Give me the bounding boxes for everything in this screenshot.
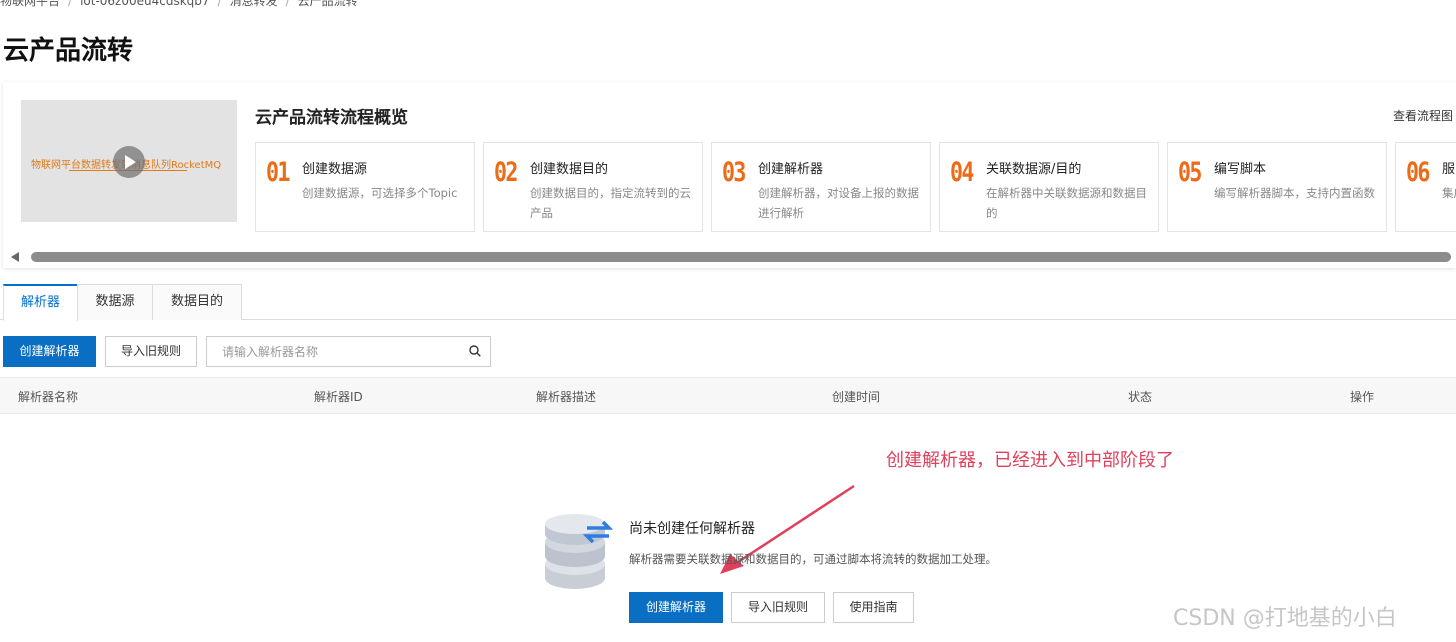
breadcrumb-item: 云产品流转 — [297, 0, 358, 8]
step-number: 03 — [722, 157, 746, 188]
steps-list: 01 创建数据源 创建数据源，可选择多个Topic 02 创建数据目的 创建数据… — [255, 142, 1456, 232]
annotation-text: 创建解析器，已经进入到中部阶段了 — [886, 450, 1174, 471]
step-number: 02 — [494, 157, 518, 188]
step-name: 创建数据源 — [302, 162, 368, 177]
step-card: 03 创建解析器 创建解析器，对设备上报的数据进行解析 — [711, 142, 931, 232]
step-description: 编写解析器脚本，支持内置函数 — [1214, 186, 1375, 200]
video-thumbnail[interactable]: 物联网平台数据转发到消息队列RocketMQ — [21, 100, 237, 222]
breadcrumb-item[interactable]: 物联网平台 — [0, 0, 60, 8]
step-description: 创建数据源，可选择多个Topic — [302, 186, 458, 200]
column-header: 解析器ID — [314, 390, 363, 404]
create-parser-button[interactable]: 创建解析器 — [3, 336, 96, 367]
breadcrumb: 物联网平台 / iot-06z00eu4cdskqb7/消息转发 / 云产品流转 — [0, 0, 358, 9]
empty-create-parser-button[interactable]: 创建解析器 — [629, 592, 723, 623]
column-header: 操作 — [1350, 390, 1375, 404]
step-number: 01 — [266, 157, 290, 188]
table-header: 解析器名称 解析器ID 解析器描述 创建时间 状态 操作 — [0, 377, 1456, 414]
tab-data-source[interactable]: 数据源 — [77, 284, 153, 320]
step-name: 编写脚本 — [1214, 162, 1267, 177]
step-card: 02 创建数据目的 创建数据目的，指定流转到的云产品 — [483, 142, 703, 232]
step-card: 04 关联数据源/目的 在解析器中关联数据源和数据目的 — [939, 142, 1159, 232]
search-icon[interactable] — [469, 345, 481, 357]
step-card: 01 创建数据源 创建数据源，可选择多个Topic — [255, 142, 475, 232]
empty-import-rules-button[interactable]: 导入旧规则 — [731, 592, 825, 623]
overview-panel: 物联网平台数据转发到消息队列RocketMQ 云产品流转流程概览 查看流程图 0… — [3, 82, 1456, 268]
tab-data-destination[interactable]: 数据目的 — [152, 284, 242, 320]
column-header: 解析器描述 — [536, 390, 597, 404]
step-name: 创建数据目的 — [530, 162, 609, 177]
overview-title: 云产品流转流程概览 — [255, 108, 408, 128]
step-description: 创建数据目的，指定流转到的云产品 — [530, 186, 691, 220]
column-header: 创建时间 — [832, 390, 881, 404]
search-box — [206, 336, 491, 367]
tab-parser[interactable]: 解析器 — [3, 284, 78, 321]
scroll-left-arrow-icon[interactable] — [11, 252, 19, 262]
empty-state-title: 尚未创建任何解析器 — [629, 521, 755, 537]
watermark: CSDN @打地基的小白 — [1173, 606, 1397, 631]
breadcrumb-item[interactable]: iot-06z00eu4cdskqb7 — [80, 0, 209, 8]
page-title: 云产品流转 — [3, 36, 134, 66]
user-guide-button[interactable]: 使用指南 — [833, 592, 914, 623]
step-description: 在解析器中关联数据源和数据目的 — [986, 186, 1147, 220]
view-flowchart-link[interactable]: 查看流程图 — [1393, 107, 1453, 124]
step-description: 集成程 — [1442, 186, 1456, 200]
horizontal-scrollbar[interactable] — [31, 252, 1451, 262]
step-number: 04 — [950, 157, 974, 188]
tab-bar: 解析器 数据源 数据目的 — [0, 284, 1456, 321]
play-icon[interactable] — [113, 146, 145, 178]
step-number: 05 — [1178, 157, 1202, 188]
column-header: 解析器名称 — [18, 390, 79, 404]
search-input[interactable] — [222, 337, 462, 366]
step-name: 创建解析器 — [758, 162, 824, 177]
step-description: 创建解析器，对设备上报的数据进行解析 — [758, 186, 919, 220]
column-header: 状态 — [1128, 390, 1153, 404]
empty-state-description: 解析器需要关联数据源和数据目的，可通过脚本将流转的数据加工处理。 — [629, 552, 997, 566]
step-card: 06 服 集成程 — [1395, 142, 1456, 232]
step-name: 服 — [1442, 162, 1456, 177]
breadcrumb-item[interactable]: 消息转发 — [230, 0, 278, 8]
step-number: 06 — [1406, 157, 1430, 188]
step-card: 05 编写脚本 编写解析器脚本，支持内置函数 — [1167, 142, 1387, 232]
step-name: 关联数据源/目的 — [986, 162, 1082, 177]
database-sync-icon — [545, 514, 613, 589]
import-rules-button[interactable]: 导入旧规则 — [105, 336, 197, 367]
